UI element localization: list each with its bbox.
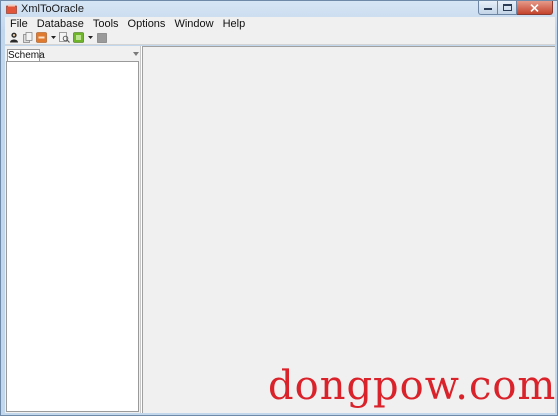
menu-database[interactable]: Database [32, 17, 88, 31]
maximize-button[interactable] [498, 1, 517, 15]
copy-document-icon[interactable] [22, 32, 33, 43]
document-area[interactable] [142, 46, 555, 413]
menu-tools[interactable]: Tools [88, 17, 123, 31]
workspace: Schema [5, 46, 555, 413]
toolbar [5, 31, 555, 45]
title-bar[interactable]: XmlToOracle [1, 1, 557, 17]
green-tag-icon[interactable] [73, 32, 84, 43]
window-controls [478, 1, 553, 15]
window-title: XmlToOracle [21, 3, 84, 15]
minimize-button[interactable] [478, 1, 498, 15]
app-logo-icon [6, 4, 17, 14]
panel-menu-chevron-icon[interactable] [132, 50, 140, 58]
search-document-icon[interactable] [59, 32, 70, 43]
maximize-icon [502, 4, 512, 11]
watermark-text: dongpow.com [268, 363, 557, 409]
xml-icon[interactable] [36, 32, 47, 43]
menu-help[interactable]: Help [218, 17, 250, 31]
minimize-icon [484, 7, 492, 10]
menu-file[interactable]: File [5, 17, 32, 31]
menu-bar: File Database Tools Options Window Help [5, 17, 555, 31]
close-icon [530, 3, 539, 12]
app-window: XmlToOracle File Database Tools Options … [0, 0, 558, 416]
schema-tree-view[interactable] [6, 61, 139, 412]
stop-icon[interactable] [96, 32, 107, 43]
dropdown-arrow-icon[interactable] [50, 36, 56, 39]
user-connect-icon[interactable] [8, 32, 19, 43]
menu-window[interactable]: Window [169, 17, 217, 31]
dropdown-arrow-icon[interactable] [87, 36, 93, 39]
schema-panel: Schema [5, 46, 140, 413]
menu-options[interactable]: Options [123, 17, 170, 31]
close-button[interactable] [517, 1, 553, 15]
